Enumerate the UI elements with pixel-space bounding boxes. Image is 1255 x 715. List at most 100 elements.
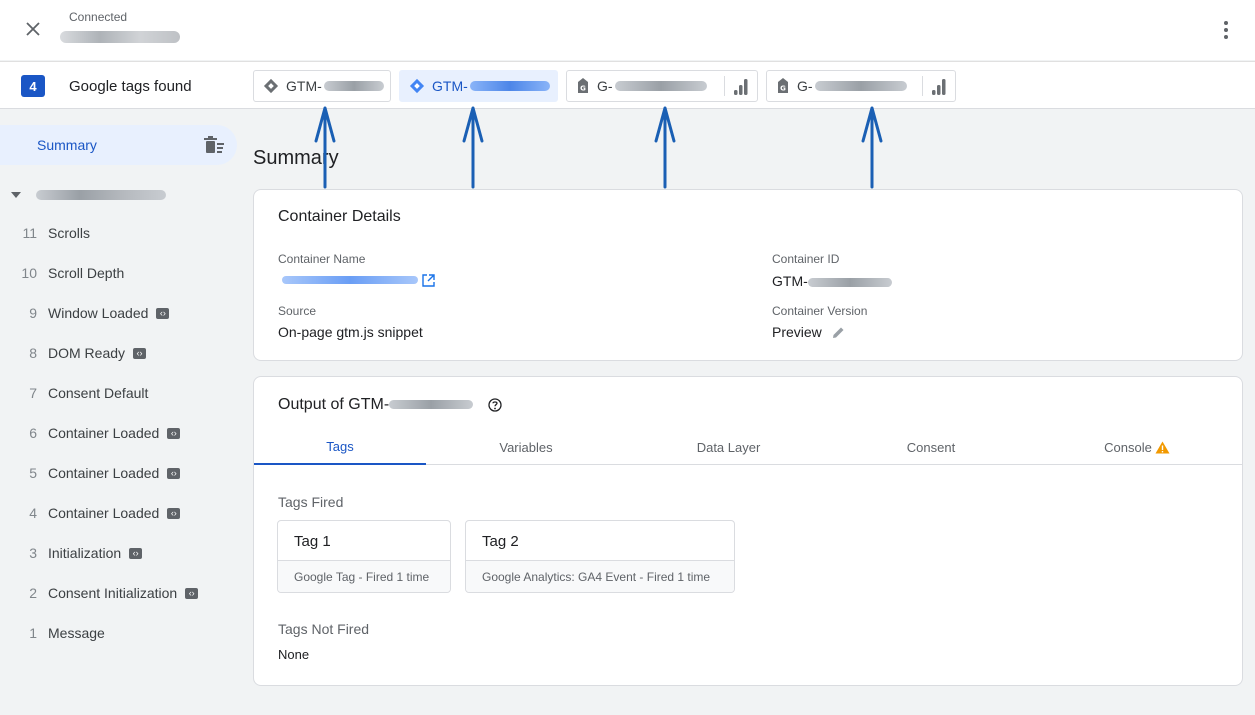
redacted-tag-id [323, 81, 384, 91]
tags-fired-label: Tags Fired [278, 494, 344, 510]
annotation-arrow [861, 106, 883, 189]
tag-chip-label: GTM- [286, 78, 322, 94]
event-number: 11 [22, 225, 37, 241]
redacted-tag-id [469, 81, 550, 91]
event-name: Window Loaded [48, 305, 149, 321]
tag-chip-ga4-1[interactable]: G G- [566, 70, 758, 102]
event-number: 7 [29, 385, 37, 401]
output-title-prefix: Output of GTM- [278, 396, 390, 413]
warning-icon [1155, 441, 1170, 453]
tags-bar: 4 Google tags found GTM- GTM- G G- G G- [0, 61, 1255, 109]
sidebar-event-10[interactable]: 10 Scroll Depth [0, 253, 245, 293]
sidebar-event-8[interactable]: 8 DOM Ready [0, 333, 245, 373]
tag-chip-label: GTM- [432, 78, 468, 94]
gtm-diamond-icon [263, 78, 279, 94]
chip-divider [724, 76, 725, 96]
event-number: 2 [29, 585, 37, 601]
code-icon [185, 585, 199, 601]
container-name-link[interactable] [282, 276, 418, 284]
container-id-prefix: GTM- [772, 273, 808, 289]
edit-pencil-icon[interactable] [832, 326, 845, 339]
event-number: 4 [29, 505, 37, 521]
code-icon [167, 505, 181, 521]
code-icon [133, 345, 147, 361]
redacted-tag-id [814, 81, 907, 91]
tags-not-fired-label: Tags Not Fired [278, 621, 370, 637]
container-version-label: Container Version [772, 304, 868, 318]
tag-chip-label: G- [797, 78, 813, 94]
container-version-value: Preview [772, 324, 822, 340]
more-menu-button[interactable] [1216, 18, 1236, 42]
sidebar-event-3[interactable]: 3 Initialization [0, 533, 245, 573]
page-group-toggle[interactable] [10, 185, 166, 205]
analytics-bars-icon[interactable] [733, 78, 749, 96]
container-details-card: Container Details Container Name Contain… [253, 189, 1243, 361]
tab-consent[interactable]: Consent [831, 429, 1031, 465]
event-name: Consent Default [48, 385, 149, 401]
sidebar-event-11[interactable]: 11 Scrolls [0, 213, 245, 253]
open-in-new-icon[interactable] [422, 274, 435, 287]
tab-data-layer[interactable]: Data Layer [626, 429, 831, 465]
google-tag-icon: G [578, 78, 588, 93]
sidebar-event-1[interactable]: 1 Message [0, 613, 245, 653]
caret-down-icon [11, 192, 21, 198]
container-id-value: GTM- [772, 273, 892, 289]
tag-chip-gtm-2[interactable]: GTM- [399, 70, 558, 102]
connection-status: Connected [69, 10, 128, 24]
sidebar-item-label: Summary [37, 137, 97, 153]
annotation-arrow [654, 106, 676, 189]
event-name: Message [48, 625, 105, 641]
card-title: Container Details [278, 208, 401, 225]
tab-tags[interactable]: Tags [254, 429, 426, 465]
tag-chip-ga4-2[interactable]: G G- [766, 70, 956, 102]
fired-tag-card[interactable]: Tag 2 Google Analytics: GA4 Event - Fire… [465, 520, 735, 593]
event-name: Container Loaded [48, 505, 160, 521]
event-number: 3 [29, 545, 37, 561]
fired-tag-card[interactable]: Tag 1 Google Tag - Fired 1 time [277, 520, 451, 593]
tab-console[interactable]: Console [1031, 429, 1243, 465]
sidebar-event-6[interactable]: 6 Container Loaded [0, 413, 245, 453]
output-title: Output of GTM- [278, 396, 474, 414]
sidebar-event-5[interactable]: 5 Container Loaded [0, 453, 245, 493]
event-name: Scrolls [48, 225, 91, 241]
source-value: On-page gtm.js snippet [278, 324, 423, 340]
output-tabs: Tags Variables Data Layer Consent Consol… [254, 429, 1243, 465]
sidebar-event-9[interactable]: 9 Window Loaded [0, 293, 245, 333]
event-number: 10 [21, 265, 37, 281]
event-number: 1 [29, 625, 37, 641]
tag-detail: Google Tag - Fired 1 time [278, 560, 450, 592]
event-name: DOM Ready [48, 345, 126, 361]
redacted-container-id [389, 400, 474, 410]
code-icon [167, 425, 181, 441]
svg-text:G: G [780, 85, 786, 93]
event-number: 5 [29, 465, 37, 481]
help-icon[interactable] [488, 398, 502, 412]
clear-messages-icon[interactable] [203, 136, 225, 154]
tags-found-label: Google tags found [69, 78, 192, 95]
redacted-url [60, 31, 180, 43]
sidebar-event-2[interactable]: 2 Consent Initialization [0, 573, 245, 613]
event-name: Consent Initialization [48, 585, 178, 601]
tag-chip-gtm-1[interactable]: GTM- [253, 70, 391, 102]
redacted-container-id [807, 277, 892, 287]
tab-variables[interactable]: Variables [426, 429, 626, 465]
tags-not-fired-value: None [278, 647, 310, 662]
analytics-bars-icon[interactable] [931, 78, 947, 96]
more-vert-icon [1224, 21, 1228, 25]
sidebar-item-summary[interactable]: Summary [0, 125, 237, 165]
google-tag-icon: G [778, 78, 788, 93]
close-button[interactable] [20, 16, 46, 42]
event-number: 8 [29, 345, 37, 361]
svg-text:G: G [580, 85, 586, 93]
sidebar-event-7[interactable]: 7 Consent Default [0, 373, 245, 413]
tab-console-label: Console [1104, 439, 1152, 455]
sidebar-event-4[interactable]: 4 Container Loaded [0, 493, 245, 533]
code-icon [156, 305, 170, 321]
event-sidebar: Summary 11 Scrolls 10 Scroll Depth 9 Win… [0, 110, 245, 715]
gtm-diamond-icon [409, 78, 425, 94]
redacted-tag-id [614, 81, 707, 91]
annotation-arrow [462, 106, 484, 189]
code-icon [167, 465, 181, 481]
output-card: Output of GTM- Tags Variables Data Layer… [253, 376, 1243, 686]
top-bar: Connected [0, 0, 1255, 60]
